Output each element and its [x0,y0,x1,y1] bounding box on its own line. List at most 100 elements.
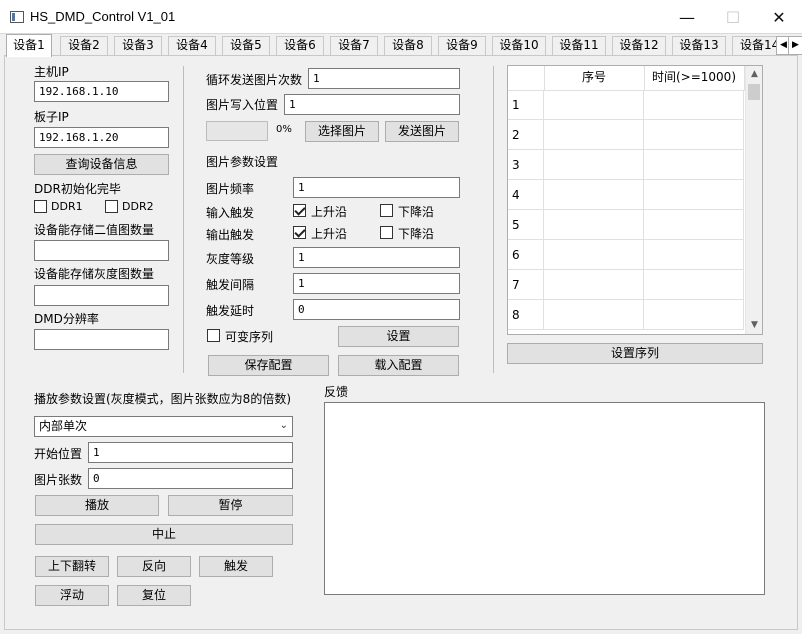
trigger-interval-field[interactable]: 1 [293,273,460,294]
gray-level-field[interactable]: 1 [293,247,460,268]
tab-device-4[interactable]: 设备4 [168,36,216,56]
tab-device-2[interactable]: 设备2 [60,36,108,56]
board-ip-field[interactable]: 192.168.1.20 [34,127,169,148]
tab-device-1[interactable]: 设备1 [6,34,52,57]
image-count-field[interactable]: 0 [88,468,293,489]
dmd-resolution-field[interactable] [34,329,169,350]
loop-count-label: 循环发送图片次数 [206,73,303,87]
reverse-button[interactable]: 反向 [117,556,191,577]
tab-device-12[interactable]: 设备12 [612,36,666,56]
tab-scroll-right-icon[interactable]: ▶ [788,36,802,55]
row-header[interactable]: 5 [508,210,544,240]
tab-device-7[interactable]: 设备7 [330,36,378,56]
tab-device-9[interactable]: 设备9 [438,36,486,56]
binary-count-field[interactable] [34,240,169,261]
output-falling-edge-label: 下降沿 [398,227,435,241]
send-image-button[interactable]: 发送图片 [385,121,459,142]
output-rising-edge-checkbox[interactable] [293,226,306,239]
dmd-resolution-label: DMD分辨率 [34,312,99,326]
write-position-label: 图片写入位置 [206,98,279,112]
tab-device-8[interactable]: 设备8 [384,36,432,56]
tab-device-13[interactable]: 设备13 [672,36,726,56]
table-cell[interactable] [644,270,744,300]
flip-vertical-button[interactable]: 上下翻转 [35,556,109,577]
select-image-button[interactable]: 选择图片 [305,121,379,142]
table-cell[interactable] [644,240,744,270]
scroll-up-icon[interactable]: ▲ [746,66,762,83]
set-params-button[interactable]: 设置 [338,326,459,347]
table-cell[interactable] [644,150,744,180]
stop-button[interactable]: 中止 [35,524,293,545]
row-header[interactable]: 6 [508,240,544,270]
host-ip-field[interactable]: 192.168.1.10 [34,81,169,102]
table-cell[interactable] [644,180,744,210]
right-separator [493,66,494,373]
upload-progress-bar [206,121,268,141]
table-cell[interactable] [544,210,644,240]
ddr2-checkbox[interactable] [105,200,118,213]
row-header[interactable]: 8 [508,300,544,330]
reset-button[interactable]: 复位 [117,585,191,606]
gray-count-label: 设备能存储灰度图数量 [34,267,155,281]
play-mode-value: 内部单次 [39,419,88,433]
tab-device-11[interactable]: 设备11 [552,36,606,56]
column-header-time[interactable]: 时间(>=1000) [644,66,745,91]
table-cell[interactable] [544,240,644,270]
tab-device-10[interactable]: 设备10 [492,36,546,56]
row-header[interactable]: 1 [508,90,544,120]
scroll-down-icon[interactable]: ▼ [746,317,762,334]
row-header[interactable]: 3 [508,150,544,180]
table-cell[interactable] [544,180,644,210]
loop-count-field[interactable]: 1 [308,68,460,89]
tab-device-5[interactable]: 设备5 [222,36,270,56]
board-ip-label: 板子IP [34,110,69,124]
input-trigger-label: 输入触发 [206,206,255,220]
feedback-textbox[interactable] [324,402,765,595]
close-button[interactable]: ✕ [756,0,802,34]
play-mode-select[interactable]: 内部单次 ⌄ [34,416,293,437]
start-position-field[interactable]: 1 [88,442,293,463]
table-vertical-scrollbar[interactable]: ▲ ▼ [745,66,762,334]
output-falling-edge-checkbox[interactable] [380,226,393,239]
device-tab-strip: 设备1 设备2 设备3 设备4 设备5 设备6 设备7 设备8 设备9 设备10… [0,34,802,57]
table-cell[interactable] [544,150,644,180]
trigger-button[interactable]: 触发 [199,556,273,577]
variable-sequence-checkbox[interactable] [207,329,220,342]
maximize-button[interactable]: ☐ [710,0,756,34]
trigger-delay-field[interactable]: 0 [293,299,460,320]
play-button[interactable]: 播放 [35,495,159,516]
gray-count-field[interactable] [34,285,169,306]
scrollbar-thumb[interactable] [748,84,760,100]
table-cell[interactable] [644,90,744,120]
table-cell[interactable] [544,300,644,330]
set-sequence-button[interactable]: 设置序列 [507,343,763,364]
output-trigger-label: 输出触发 [206,228,255,242]
frequency-field[interactable]: 1 [293,177,460,198]
ddr1-checkbox[interactable] [34,200,47,213]
row-header[interactable]: 2 [508,120,544,150]
feedback-label: 反馈 [324,385,349,399]
input-falling-edge-checkbox[interactable] [380,204,393,217]
write-position-field[interactable]: 1 [284,94,460,115]
save-config-button[interactable]: 保存配置 [208,355,329,376]
input-rising-edge-checkbox[interactable] [293,204,306,217]
left-separator [183,66,184,373]
table-cell[interactable] [644,210,744,240]
float-button[interactable]: 浮动 [35,585,109,606]
tab-device-6[interactable]: 设备6 [276,36,324,56]
row-header[interactable]: 7 [508,270,544,300]
table-cell[interactable] [544,90,644,120]
query-device-info-button[interactable]: 查询设备信息 [34,154,169,175]
start-position-label: 开始位置 [34,447,83,461]
tab-device-3[interactable]: 设备3 [114,36,162,56]
table-cell[interactable] [544,270,644,300]
pause-button[interactable]: 暂停 [168,495,293,516]
minimize-button[interactable]: — [664,0,710,34]
table-cell[interactable] [644,300,744,330]
table-cell[interactable] [544,120,644,150]
sequence-table[interactable]: 序号 时间(>=1000) 1 2 3 4 5 6 7 8 ▲ ▼ [507,65,763,335]
table-cell[interactable] [644,120,744,150]
row-header[interactable]: 4 [508,180,544,210]
load-config-button[interactable]: 载入配置 [338,355,459,376]
column-header-index[interactable]: 序号 [544,66,645,91]
